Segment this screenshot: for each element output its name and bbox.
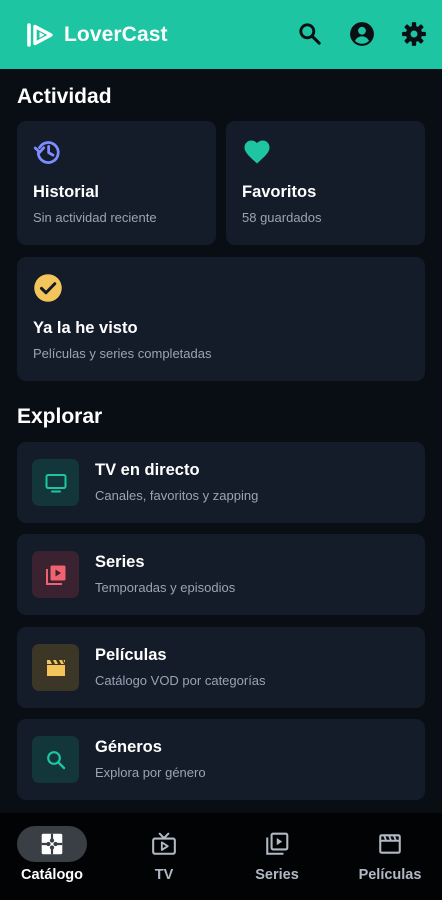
account-icon xyxy=(350,22,374,46)
nav-item-movies[interactable]: Películas xyxy=(335,813,442,900)
history-card-subtitle: Sin actividad reciente xyxy=(33,210,157,225)
catalog-icon xyxy=(41,833,63,855)
watched-card-subtitle: Películas y series completadas xyxy=(33,346,212,361)
series-title: Series xyxy=(95,553,145,571)
series-tile xyxy=(32,551,79,598)
activity-section-title: Actividad xyxy=(17,85,112,108)
live-tv-icon xyxy=(152,832,176,855)
series-subtitle: Temporadas y episodios xyxy=(95,580,236,595)
explore-item-movies[interactable]: Películas Catálogo VOD por categorías xyxy=(17,627,425,708)
tv-icon xyxy=(45,473,66,492)
explore-item-live-tv[interactable]: TV en directo Canales, favoritos y zappi… xyxy=(17,442,425,523)
bottom-navigation: Catálogo TV Series Películas xyxy=(0,813,442,900)
genres-subtitle: Explora por género xyxy=(95,765,206,780)
nav-item-series[interactable]: Series xyxy=(222,813,332,900)
nav-label-tv: TV xyxy=(154,867,174,883)
favorites-card-subtitle: 58 guardados xyxy=(242,210,322,225)
account-button[interactable] xyxy=(348,18,376,50)
genres-title: Géneros xyxy=(95,738,162,756)
watched-card-title: Ya la he visto xyxy=(33,319,138,337)
nav-item-catalog[interactable]: Catálogo xyxy=(0,813,107,900)
check-circle-icon xyxy=(34,274,62,302)
genres-tile xyxy=(32,736,79,783)
live-tv-subtitle: Canales, favoritos y zapping xyxy=(95,488,259,503)
movies-tile xyxy=(32,644,79,691)
search-icon xyxy=(299,23,321,45)
video-library-icon xyxy=(45,565,65,585)
explore-item-genres[interactable]: Géneros Explora por género xyxy=(17,719,425,800)
main-content: Actividad Historial Sin actividad recien… xyxy=(0,69,442,813)
heart-icon xyxy=(244,140,270,164)
nav-label-catalog: Catálogo xyxy=(20,867,84,883)
gear-icon xyxy=(402,22,426,46)
app-name: LoverCast xyxy=(64,22,168,46)
movies-title: Películas xyxy=(95,646,167,664)
movie-icon xyxy=(46,659,65,676)
history-card-title: Historial xyxy=(33,183,100,201)
history-card[interactable]: Historial Sin actividad reciente xyxy=(17,121,216,245)
settings-button[interactable] xyxy=(400,18,428,50)
history-icon xyxy=(33,141,60,164)
movies-subtitle: Catálogo VOD por categorías xyxy=(95,673,266,688)
movie-icon xyxy=(379,834,401,854)
nav-label-movies: Películas xyxy=(358,867,422,883)
series-icon xyxy=(266,832,289,855)
watched-card[interactable]: Ya la he visto Películas y series comple… xyxy=(17,257,425,381)
explore-item-series[interactable]: Series Temporadas y episodios xyxy=(17,534,425,615)
lovercast-logo-icon xyxy=(27,22,53,47)
top-app-bar: LoverCast xyxy=(0,0,442,69)
nav-label-series: Series xyxy=(255,867,299,883)
search-button[interactable] xyxy=(296,18,324,50)
brand[interactable]: LoverCast xyxy=(26,22,168,48)
favorites-card[interactable]: Favoritos 58 guardados xyxy=(226,121,425,245)
nav-item-tv[interactable]: TV xyxy=(109,813,219,900)
explore-section-title: Explorar xyxy=(17,405,103,428)
live-tv-title: TV en directo xyxy=(95,461,200,479)
search-icon xyxy=(46,750,65,769)
favorites-card-title: Favoritos xyxy=(242,183,317,201)
live-tv-tile xyxy=(32,459,79,506)
